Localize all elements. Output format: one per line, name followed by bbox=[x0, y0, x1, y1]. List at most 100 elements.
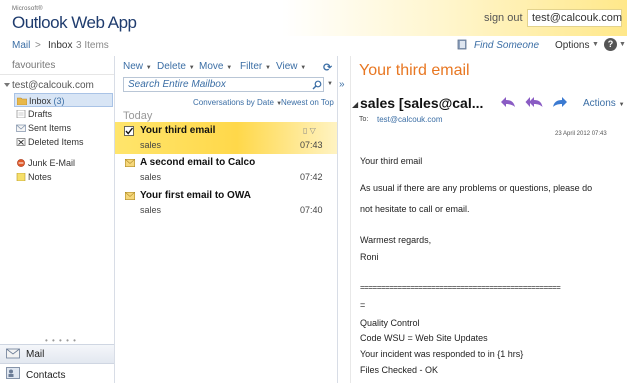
delete-button[interactable]: Delete ▼ bbox=[157, 61, 195, 72]
folder-icon bbox=[17, 97, 27, 105]
mail-tab-label: Mail bbox=[26, 349, 45, 360]
message-list-pane: New ▼ Delete ▼ Move ▼ Filter ▼ View ▼ ⟳ … bbox=[115, 56, 338, 383]
new-label: New bbox=[123, 61, 144, 72]
flag-icon[interactable]: ▯ ▽ bbox=[303, 126, 316, 135]
arrange-by-menu[interactable]: Conversations by Date ▼ bbox=[193, 98, 282, 107]
chevron-down-icon: ▼ bbox=[300, 65, 307, 71]
expand-icon[interactable] bbox=[4, 83, 10, 88]
message-row[interactable]: Your third email sales 07:43 ▯ ▽ bbox=[115, 122, 337, 154]
message-sender: sales bbox=[140, 140, 162, 150]
message-time: 07:42 bbox=[300, 172, 323, 182]
body-line: Quality Control bbox=[360, 318, 420, 328]
contacts-module-tab[interactable]: Contacts bbox=[0, 363, 114, 383]
top-bar: Microsoft® Outlook Web App sign out test… bbox=[0, 0, 627, 36]
body-line: As usual if there are any problems or qu… bbox=[360, 183, 593, 193]
contacts-icon bbox=[6, 367, 20, 379]
folder-pane: favourites test@calcouk.com Inbox (3) Dr… bbox=[0, 56, 115, 383]
message-sender: sales bbox=[140, 205, 162, 215]
message-row[interactable]: Your first email to OWA sales 07:40 bbox=[115, 187, 337, 219]
message-subject: A second email to Calco bbox=[140, 157, 256, 168]
expand-header-icon[interactable]: ◢ bbox=[352, 100, 358, 109]
message-subject: Your third email bbox=[140, 125, 216, 136]
help-icon[interactable]: ? bbox=[604, 38, 617, 51]
unread-count: (3) bbox=[53, 96, 65, 106]
folder-drafts[interactable]: Drafts bbox=[14, 107, 122, 121]
find-someone-link[interactable]: Find Someone bbox=[474, 40, 539, 51]
view-label: View bbox=[276, 61, 298, 72]
notes-icon bbox=[16, 173, 26, 181]
move-label: Move bbox=[199, 61, 224, 72]
mailbox-account[interactable]: test@calcouk.com bbox=[4, 80, 94, 91]
forward-icon[interactable] bbox=[552, 96, 568, 108]
chevron-down-icon: ▼ bbox=[145, 65, 152, 71]
chevron-down-icon[interactable]: ▼ bbox=[592, 41, 599, 48]
folder-sent-items[interactable]: Sent Items bbox=[14, 121, 122, 135]
filter-label: Filter bbox=[240, 61, 263, 72]
chevron-down-icon: ▼ bbox=[188, 65, 195, 71]
message-sender: sales bbox=[140, 172, 162, 182]
body-line: Roni bbox=[360, 252, 379, 262]
drafts-icon bbox=[16, 110, 26, 118]
move-button[interactable]: Move ▼ bbox=[199, 61, 232, 72]
message-row[interactable]: A second email to Calco sales 07:42 bbox=[115, 154, 337, 186]
checkbox-checked-icon[interactable] bbox=[124, 126, 134, 136]
sent-items-icon bbox=[16, 124, 26, 132]
chevron-down-icon[interactable]: ▼ bbox=[619, 41, 626, 48]
breadcrumb-mail[interactable]: Mail bbox=[12, 40, 30, 51]
body-line: Your third email bbox=[360, 156, 423, 166]
folder-label: Junk E-Mail bbox=[28, 158, 76, 168]
recipient-link[interactable]: test@calcouk.com bbox=[377, 115, 442, 124]
account-label: test@calcouk.com bbox=[12, 80, 94, 91]
favourites-heading[interactable]: favourites bbox=[12, 60, 55, 71]
filter-button[interactable]: Filter ▼ bbox=[240, 61, 271, 72]
body-line: Code WSU = Web Site Updates bbox=[360, 333, 488, 343]
options-menu[interactable]: Options bbox=[555, 40, 589, 51]
junk-email-icon bbox=[17, 159, 25, 167]
envelope-icon bbox=[125, 192, 135, 200]
item-count: 3 Items bbox=[76, 40, 109, 51]
folder-deleted-items[interactable]: Deleted Items bbox=[14, 135, 122, 149]
reply-icon[interactable] bbox=[500, 96, 516, 108]
folder-notes[interactable]: Notes bbox=[14, 170, 122, 184]
folder-inbox[interactable]: Inbox (3) bbox=[14, 93, 113, 107]
user-email: test@calcouk.com bbox=[532, 12, 623, 24]
body-line: Files Checked - OK bbox=[360, 365, 439, 375]
address-book-icon[interactable] bbox=[457, 39, 468, 50]
new-button[interactable]: New ▼ bbox=[123, 61, 152, 72]
refresh-icon[interactable]: ⟳ bbox=[323, 61, 332, 74]
envelope-icon bbox=[125, 159, 135, 167]
search-input[interactable]: Search Entire Mailbox bbox=[123, 77, 324, 92]
collapse-icon[interactable]: » bbox=[339, 79, 345, 90]
arrange-by-label: Conversations by Date bbox=[193, 98, 274, 107]
sort-bar: Conversations by Date ▼ Newest on Top bbox=[115, 97, 338, 109]
folder-label: Deleted Items bbox=[28, 137, 84, 147]
body-line: Your incident was responded to in {1 hrs… bbox=[360, 349, 524, 359]
chevron-down-icon: ▼ bbox=[226, 65, 233, 71]
message-from[interactable]: sales [sales@cal... bbox=[360, 95, 483, 111]
brand-small: Microsoft® bbox=[12, 6, 43, 12]
folder-label: Inbox bbox=[29, 96, 52, 106]
breadcrumb-separator: > bbox=[35, 40, 41, 51]
body-line: Warmest regards, bbox=[360, 235, 432, 245]
reading-pane: Your third email ◢ sales [sales@cal... A… bbox=[351, 56, 627, 383]
search-options-icon[interactable]: ▼ bbox=[327, 81, 333, 87]
message-date: 23 April 2012 07:43 bbox=[555, 131, 607, 137]
reading-pane-splitter[interactable]: » bbox=[338, 56, 351, 383]
folder-junk-email[interactable]: Junk E-Mail bbox=[14, 156, 122, 170]
mail-icon bbox=[6, 348, 20, 359]
reply-all-icon[interactable] bbox=[525, 96, 543, 108]
search-icon[interactable] bbox=[312, 80, 322, 90]
sign-out-link[interactable]: sign out bbox=[484, 12, 523, 24]
mail-module-tab[interactable]: Mail bbox=[0, 344, 114, 363]
user-account[interactable]: test@calcouk.com bbox=[527, 9, 622, 27]
message-title: Your third email bbox=[359, 62, 470, 79]
view-button[interactable]: View ▼ bbox=[276, 61, 306, 72]
message-time: 07:43 bbox=[300, 140, 323, 150]
body-line: not hesitate to call or email. bbox=[360, 204, 470, 214]
sort-order-toggle[interactable]: Newest on Top bbox=[281, 98, 334, 107]
deleted-items-icon bbox=[16, 138, 26, 146]
folder-label: Drafts bbox=[28, 109, 53, 119]
chevron-down-icon: ▼ bbox=[618, 102, 625, 108]
divider bbox=[0, 74, 114, 75]
actions-menu[interactable]: Actions ▼ bbox=[583, 98, 625, 109]
